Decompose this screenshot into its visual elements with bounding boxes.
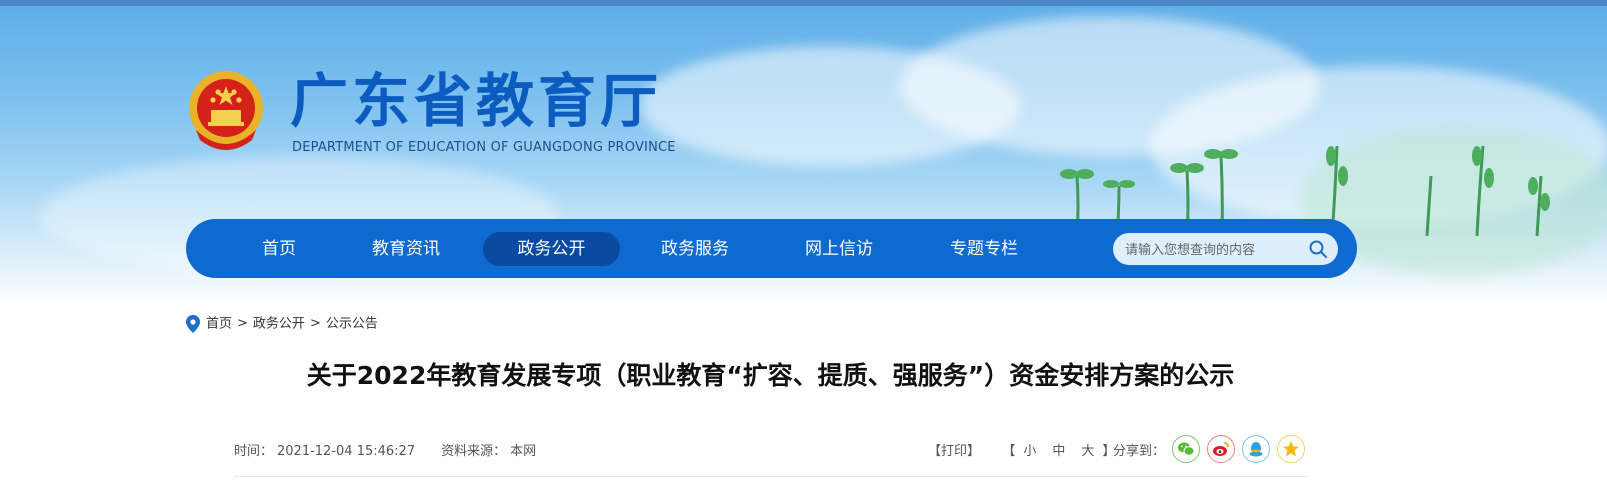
share-wechat-button[interactable] xyxy=(1172,435,1200,463)
article-tools: 【打印】 【小中大】 xyxy=(928,440,1115,459)
site-title: 广东省教育厅 xyxy=(290,67,663,135)
location-pin-icon xyxy=(186,315,200,333)
nav-item-government-affairs[interactable]: 政务公开 xyxy=(483,232,620,266)
article-meta: 时间： 2021-12-04 15:46:27 资料来源： 本网 xyxy=(234,440,540,459)
banner-plants-decoration xyxy=(1060,145,1550,236)
nav-item-special-topics[interactable]: 专题专栏 xyxy=(940,232,1028,266)
wechat-icon xyxy=(1178,442,1195,456)
breadcrumb-government-affairs[interactable]: 政务公开 xyxy=(253,317,305,332)
article-source: 本网 xyxy=(510,444,537,459)
breadcrumb-home[interactable]: 首页 xyxy=(206,317,232,332)
nav-item-online-petition[interactable]: 网上信访 xyxy=(795,232,883,266)
national-emblem-icon xyxy=(189,71,263,150)
search-icon[interactable] xyxy=(1308,239,1328,259)
share-qzone-button[interactable] xyxy=(1277,435,1305,463)
search-box xyxy=(1113,233,1338,267)
main-navigation: 首页 教育资讯 政务公开 政务服务 网上信访 专题专栏 xyxy=(186,219,1357,278)
nav-item-government-services[interactable]: 政务服务 xyxy=(651,232,739,266)
share-weibo-button[interactable] xyxy=(1207,435,1235,463)
site-subtitle: DEPARTMENT OF EDUCATION OF GUANGDONG PRO… xyxy=(292,140,676,155)
font-size-small[interactable]: 小 xyxy=(1023,444,1036,459)
share-qq-button[interactable] xyxy=(1242,435,1270,463)
font-size-medium[interactable]: 中 xyxy=(1052,444,1065,459)
breadcrumb-separator: > xyxy=(309,316,321,331)
print-link[interactable]: 【打印】 xyxy=(928,444,980,459)
font-size-bracket-open: 【 xyxy=(1002,444,1016,459)
qq-icon xyxy=(1249,442,1263,457)
breadcrumb: 首页 > 政务公开 > 公示公告 xyxy=(186,314,378,334)
qzone-icon xyxy=(1283,441,1299,457)
nav-item-education-news[interactable]: 教育资讯 xyxy=(362,232,450,266)
meta-divider xyxy=(234,476,1307,477)
publish-time: 2021-12-04 15:46:27 xyxy=(277,444,416,459)
weibo-icon xyxy=(1213,442,1229,456)
font-size-large[interactable]: 大 xyxy=(1081,444,1094,459)
search-input[interactable] xyxy=(1123,233,1307,267)
share-label: 分享到： xyxy=(1113,444,1166,459)
source-label: 资料来源： xyxy=(441,444,507,459)
breadcrumb-announcements[interactable]: 公示公告 xyxy=(326,317,378,332)
breadcrumb-separator: > xyxy=(237,316,248,331)
time-label: 时间： xyxy=(234,444,274,459)
article-title: 关于2022年教育发展专项（职业教育“扩容、提质、强服务”）资金安排方案的公示 xyxy=(306,361,1235,390)
nav-item-home[interactable]: 首页 xyxy=(248,232,310,266)
